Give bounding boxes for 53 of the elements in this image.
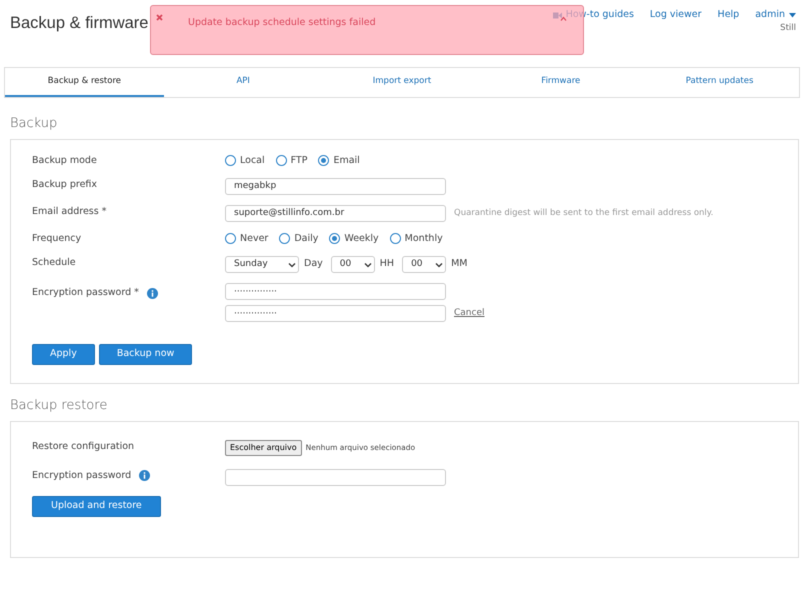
field-label: Email address * <box>32 204 106 219</box>
action-button[interactable]: Apply <box>32 344 95 365</box>
field-label: Schedule <box>32 256 76 270</box>
action-button[interactable]: Upload and restore <box>32 496 161 516</box>
caret-icon <box>364 262 372 268</box>
caret-icon <box>288 262 296 268</box>
cancel-link[interactable]: Cancel <box>454 306 484 320</box>
tab[interactable]: Pattern updates <box>640 68 799 97</box>
field-label: Backup mode <box>32 154 97 168</box>
file-button[interactable]: Escolher arquivo <box>225 440 302 456</box>
tab[interactable]: API <box>164 68 323 97</box>
tab[interactable]: Import export <box>322 68 482 97</box>
tab[interactable]: Firmware <box>481 68 640 97</box>
radio-option[interactable]: Monthly <box>390 232 443 246</box>
field-label: Encryption password * <box>32 286 139 300</box>
unit-label: Day <box>304 257 323 272</box>
field-label: Encryption password <box>32 468 132 482</box>
hint-text: Quarantine digest will be sent to the first email address only. <box>454 206 714 220</box>
collapse-icon[interactable] <box>560 16 567 21</box>
unit-label: MM <box>451 257 468 272</box>
header-link[interactable]: Help <box>718 8 740 22</box>
caret-icon <box>435 262 444 268</box>
field-label: Backup prefix <box>32 178 98 192</box>
info-icon[interactable] <box>146 288 158 299</box>
action-button[interactable]: Backup now <box>98 344 192 365</box>
radio-option[interactable]: Never <box>225 232 268 246</box>
radio-option[interactable]: Weekly <box>329 232 379 246</box>
field-label: Frequency <box>32 232 82 246</box>
radio-option[interactable]: Local <box>225 154 265 168</box>
section-title: Backup restore <box>10 398 108 413</box>
organization-name: Still <box>780 23 796 34</box>
select-field[interactable]: 00 <box>330 256 375 273</box>
select-field[interactable]: Sunday <box>225 256 299 273</box>
page-title: Backup & firmware <box>10 14 148 34</box>
tab[interactable]: Backup & restore <box>5 68 164 97</box>
user-menu[interactable]: admin <box>755 8 796 22</box>
radio-option[interactable]: FTP <box>276 154 308 168</box>
unit-label: HH <box>380 257 394 272</box>
password-field[interactable]: ··············· <box>225 283 446 300</box>
radio-option[interactable]: Email <box>318 154 360 168</box>
text-field[interactable]: suporte@stillinfo.com.br <box>225 204 446 222</box>
info-icon[interactable] <box>139 470 150 482</box>
section-title: Backup <box>10 116 58 131</box>
close-icon[interactable] <box>156 14 163 21</box>
select-field[interactable]: 00 <box>402 256 446 273</box>
caret-icon <box>789 12 796 18</box>
alert-message: Update backup schedule settings failed <box>188 16 377 30</box>
password-field[interactable]: ··············· <box>225 305 446 322</box>
field-label: Restore configuration <box>32 440 134 454</box>
password-field[interactable] <box>225 468 446 486</box>
header-link[interactable]: Log viewer <box>650 8 702 22</box>
text-field[interactable]: megabkp <box>225 178 446 195</box>
radio-option[interactable]: Daily <box>279 232 318 246</box>
